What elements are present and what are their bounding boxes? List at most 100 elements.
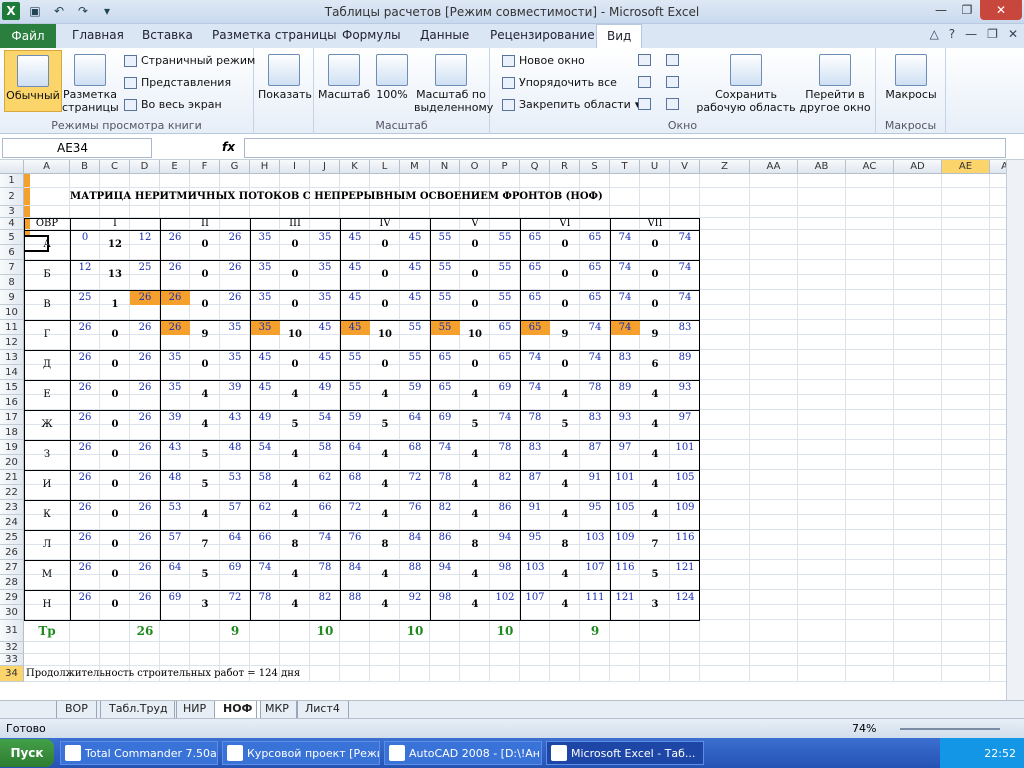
new-window-button[interactable]: Новое окно (502, 54, 585, 67)
split-button[interactable] (638, 54, 651, 66)
column-header[interactable]: AB (798, 160, 846, 174)
task-word[interactable]: Курсовой проект [Режи... (222, 741, 380, 765)
column-header[interactable]: E (160, 160, 190, 174)
column-header[interactable]: M (400, 160, 430, 174)
row-header[interactable]: 34 (0, 666, 24, 682)
column-header[interactable]: I (280, 160, 310, 174)
custom-views-button[interactable]: Представления (124, 76, 231, 89)
row-header[interactable]: 13 (0, 350, 24, 365)
column-header[interactable]: D (130, 160, 160, 174)
row-header[interactable]: 4 (0, 218, 24, 230)
show-button[interactable]: Показать (258, 54, 312, 101)
side-by-side-button[interactable] (666, 54, 679, 66)
row-header[interactable]: 3 (0, 206, 24, 218)
arrange-all-button[interactable]: Упорядочить все (502, 76, 617, 89)
column-header[interactable]: Z (700, 160, 750, 174)
column-header[interactable]: AE (942, 160, 990, 174)
row-header[interactable]: 23 (0, 500, 24, 515)
switch-windows-button[interactable]: Перейти в другое окно (796, 54, 874, 114)
zoom-100-button[interactable]: 100% (372, 54, 412, 101)
column-header[interactable]: C (100, 160, 130, 174)
row-header[interactable]: 28 (0, 575, 24, 590)
page-break-view-button[interactable]: Страничный режим (124, 54, 255, 67)
column-header[interactable]: H (250, 160, 280, 174)
restore-workbook-icon[interactable]: ❐ (987, 27, 998, 41)
minimize-ribbon-icon[interactable]: △ (930, 27, 939, 41)
tab-file[interactable]: Файл (0, 24, 56, 48)
row-header[interactable]: 10 (0, 305, 24, 320)
sheet-tab-vor[interactable]: ВОР (56, 701, 97, 718)
row-header[interactable]: 32 (0, 642, 24, 654)
zoom-selection-button[interactable]: Масштаб по выделенному (414, 54, 493, 114)
row-header[interactable]: 31 (0, 620, 24, 642)
row-header[interactable]: 20 (0, 455, 24, 470)
row-header[interactable]: 1 (0, 174, 24, 188)
row-header[interactable]: 6 (0, 245, 24, 260)
column-header[interactable]: AA (750, 160, 798, 174)
row-header[interactable]: 7 (0, 260, 24, 275)
sheet-tab-nir[interactable]: НИР (174, 701, 216, 718)
sync-scroll-button[interactable] (666, 76, 679, 88)
column-header[interactable]: F (190, 160, 220, 174)
column-header[interactable]: G (220, 160, 250, 174)
row-header[interactable]: 18 (0, 425, 24, 440)
column-header[interactable]: J (310, 160, 340, 174)
row-header[interactable]: 8 (0, 275, 24, 290)
row-header[interactable]: 25 (0, 530, 24, 545)
row-header[interactable]: 9 (0, 290, 24, 305)
hide-button[interactable] (638, 76, 651, 88)
name-box[interactable]: AE34 (2, 138, 152, 158)
zoom-level[interactable]: 74% (852, 722, 876, 735)
row-header[interactable]: 26 (0, 545, 24, 560)
row-header[interactable]: 24 (0, 515, 24, 530)
macros-button[interactable]: Макросы (882, 54, 940, 101)
column-header[interactable]: AD (894, 160, 942, 174)
column-header[interactable]: AC (846, 160, 894, 174)
tab-formulas[interactable]: Формулы (342, 28, 401, 42)
column-header[interactable]: P (490, 160, 520, 174)
row-header[interactable]: 33 (0, 654, 24, 666)
minimize-workbook-icon[interactable]: — (965, 27, 977, 41)
close-icon[interactable]: ✕ (980, 0, 1022, 20)
task-excel[interactable]: Microsoft Excel - Таб... (546, 741, 704, 765)
column-header[interactable]: T (610, 160, 640, 174)
close-workbook-icon[interactable]: ✕ (1008, 27, 1018, 41)
column-header[interactable]: N (430, 160, 460, 174)
row-header[interactable]: 11 (0, 320, 24, 335)
save-workspace-button[interactable]: Сохранить рабочую область (696, 54, 796, 114)
normal-view-button[interactable]: Обычный (4, 50, 62, 112)
column-header[interactable]: A (990, 160, 1006, 174)
select-all-corner[interactable] (0, 160, 24, 174)
sheet-tab-tabl-trud[interactable]: Табл.Труд (100, 701, 177, 718)
tab-home[interactable]: Главная (72, 28, 124, 42)
column-header[interactable]: O (460, 160, 490, 174)
column-header[interactable]: U (640, 160, 670, 174)
row-header[interactable]: 27 (0, 560, 24, 575)
row-header[interactable]: 2 (0, 188, 24, 206)
row-header[interactable]: 16 (0, 395, 24, 410)
insert-function-icon[interactable]: fx (222, 140, 235, 154)
unhide-button[interactable] (638, 98, 651, 110)
vertical-scrollbar[interactable] (1006, 160, 1024, 700)
zoom-button[interactable]: Масштаб (318, 54, 370, 101)
row-header[interactable]: 29 (0, 590, 24, 605)
row-header[interactable]: 14 (0, 365, 24, 380)
row-header[interactable]: 19 (0, 440, 24, 455)
tab-page-layout[interactable]: Разметка страницы (212, 28, 337, 42)
restore-icon[interactable]: ❐ (954, 0, 980, 20)
column-header[interactable]: Q (520, 160, 550, 174)
tab-review[interactable]: Рецензирование (490, 28, 595, 42)
column-header[interactable]: K (340, 160, 370, 174)
column-header[interactable]: B (70, 160, 100, 174)
column-header[interactable]: S (580, 160, 610, 174)
worksheet-grid[interactable]: A B C D E F G H I J K L M N O P Q R S T U V Z AA AB AC AD AE A 1 2 3 4 5 6… (0, 160, 1006, 700)
help-icon[interactable]: ? (949, 27, 955, 41)
sheet-tab-nof[interactable]: НОФ (214, 701, 262, 718)
minimize-icon[interactable]: — (928, 0, 954, 20)
tab-insert[interactable]: Вставка (142, 28, 193, 42)
row-header[interactable]: 15 (0, 380, 24, 395)
fullscreen-button[interactable]: Во весь экран (124, 98, 222, 111)
column-header[interactable]: V (670, 160, 700, 174)
task-total-commander[interactable]: Total Commander 7.50a ... (60, 741, 218, 765)
column-header[interactable]: L (370, 160, 400, 174)
